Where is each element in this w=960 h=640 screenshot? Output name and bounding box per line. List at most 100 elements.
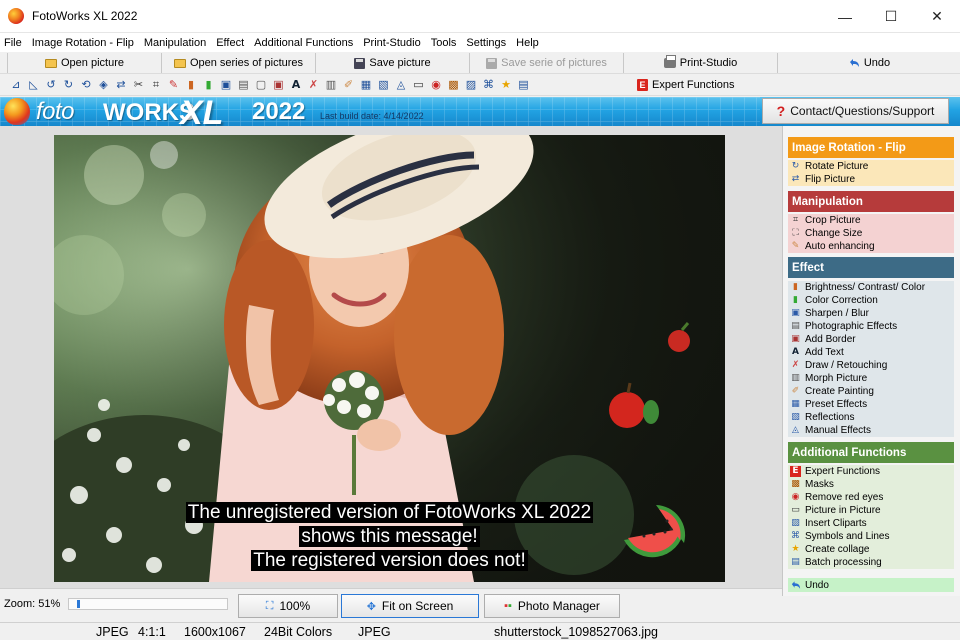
cube-icon[interactable]: ◈ xyxy=(96,77,111,92)
rotate-left-icon[interactable]: ⊿ xyxy=(9,77,24,92)
print-studio-button[interactable]: Print-Studio xyxy=(624,53,778,73)
sidebar-item-remove-red-eyes[interactable]: ◉ Remove red eyes xyxy=(788,491,954,504)
effects-icon[interactable]: ▤ xyxy=(236,77,251,92)
morph-icon[interactable]: ▥ xyxy=(324,77,339,92)
photo-canvas[interactable]: The unregistered version of FotoWorks XL… xyxy=(54,135,725,582)
menu-effect[interactable]: Effect xyxy=(212,37,250,49)
open-series-label: Open series of pictures xyxy=(189,57,304,69)
masks-icon[interactable]: ▩ xyxy=(446,77,461,92)
save-icon xyxy=(486,57,498,69)
close-button[interactable]: ✕ xyxy=(914,0,960,33)
crop-icon[interactable]: ⌗ xyxy=(149,77,164,92)
menu-image-rotation[interactable]: Image Rotation - Flip xyxy=(28,37,140,49)
screen-icon[interactable]: ▭ xyxy=(411,77,426,92)
menu-tools[interactable]: Tools xyxy=(427,37,463,49)
minimize-button[interactable]: — xyxy=(822,0,868,33)
expert-functions-button[interactable]: E Expert Functions xyxy=(637,76,735,94)
sidebar-item-symbols-lines[interactable]: ⌘ Symbols and Lines xyxy=(788,530,954,543)
sidebar-item-add-text[interactable]: A Add Text xyxy=(788,346,954,359)
sidebar-item-reflections[interactable]: ▧ Reflections xyxy=(788,411,954,424)
open-picture-button[interactable]: Open picture xyxy=(8,53,162,73)
menu-file[interactable]: File xyxy=(0,37,28,49)
sidebar-item-flip-picture[interactable]: ⇄ Flip Picture xyxy=(788,173,954,186)
reflection-icon[interactable]: ▧ xyxy=(376,77,391,92)
sidebar-item-color-correction[interactable]: ▮ Color Correction xyxy=(788,294,954,307)
menu-manipulation[interactable]: Manipulation xyxy=(140,37,212,49)
status-bar: JPEG 4:1:1 1600x1067 24Bit Colors JPEG s… xyxy=(0,622,960,640)
menu-settings[interactable]: Settings xyxy=(462,37,512,49)
sidebar-item-create-collage[interactable]: ★ Create collage xyxy=(788,543,954,556)
undo-button[interactable]: Undo xyxy=(778,53,960,73)
manual-icon[interactable]: ◬ xyxy=(394,77,409,92)
rotate-ccw-icon[interactable]: ↺ xyxy=(44,77,59,92)
sidebar-item-create-painting[interactable]: ✐ Create Painting xyxy=(788,385,954,398)
section-effect[interactable]: Effect xyxy=(788,257,954,278)
brightness-icon[interactable]: ▮ xyxy=(184,77,199,92)
sidebar-item-brightness[interactable]: ▮ Brightness/ Contrast/ Color xyxy=(788,281,954,294)
sidebar-item-photographic-effects[interactable]: ▤ Photographic Effects xyxy=(788,320,954,333)
sidebar-item-expert-functions[interactable]: E Expert Functions xyxy=(788,465,954,478)
sidebar-item-manual-effects[interactable]: ◬ Manual Effects xyxy=(788,424,954,437)
rotate-right-icon[interactable]: ◺ xyxy=(26,77,41,92)
section-manipulation[interactable]: Manipulation xyxy=(788,191,954,212)
sharpen-icon[interactable]: ▣ xyxy=(219,77,234,92)
maximize-button[interactable]: ☐ xyxy=(868,0,914,33)
sidebar-item-insert-cliparts[interactable]: ▨ Insert Cliparts xyxy=(788,517,954,530)
sidebar-item-rotate-picture[interactable]: ↻ Rotate Picture xyxy=(788,160,954,173)
sidebar-item-sharpen-blur[interactable]: ▣ Sharpen / Blur xyxy=(788,307,954,320)
contact-support-button[interactable]: ? Contact/Questions/Support xyxy=(762,98,949,124)
zoom-slider-thumb[interactable] xyxy=(77,600,80,608)
toolbar-grip xyxy=(0,53,8,73)
nag-text-3: The registered version does not! xyxy=(251,550,528,571)
color-icon[interactable]: ▮ xyxy=(201,77,216,92)
zoom-icon: ⛶ xyxy=(265,599,274,612)
sidebar-item-preset-effects[interactable]: ▦ Preset Effects xyxy=(788,398,954,411)
rotate-cw-icon[interactable]: ↻ xyxy=(61,77,76,92)
flip-icon[interactable]: ⇄ xyxy=(114,77,129,92)
menu-additional-functions[interactable]: Additional Functions xyxy=(250,37,359,49)
border-icon[interactable]: ▣ xyxy=(271,77,286,92)
text-icon[interactable]: A xyxy=(289,77,304,92)
menu-help[interactable]: Help xyxy=(512,37,545,49)
photo-manager-button[interactable]: ▪▪ Photo Manager xyxy=(484,594,620,618)
wand-icon[interactable]: ✎ xyxy=(166,77,181,92)
sidebar-item-change-size[interactable]: ⛶ Change Size xyxy=(788,227,954,240)
open-series-button[interactable]: Open series of pictures xyxy=(162,53,316,73)
save-picture-button[interactable]: Save picture xyxy=(316,53,470,73)
sidebar-item-morph-picture[interactable]: ▥ Morph Picture xyxy=(788,372,954,385)
batch-icon[interactable]: ▤ xyxy=(516,77,531,92)
cut-icon[interactable]: ✂ xyxy=(131,77,146,92)
nag-line-3: The registered version does not! xyxy=(54,549,725,573)
paint-icon[interactable]: ✐ xyxy=(341,77,356,92)
sidebar-item-label: Color Correction xyxy=(805,295,878,306)
zoom-slider[interactable] xyxy=(68,598,228,610)
eye-icon[interactable]: ◉ xyxy=(429,77,444,92)
photo-effects-icon: ▤ xyxy=(791,321,800,331)
3d-rotate-icon[interactable]: ⟲ xyxy=(79,77,94,92)
sidebar-item-label: Remove red eyes xyxy=(805,492,884,503)
menu-print-studio[interactable]: Print-Studio xyxy=(359,37,426,49)
preset-icon[interactable]: ▦ xyxy=(359,77,374,92)
section-image-rotation[interactable]: Image Rotation - Flip xyxy=(788,137,954,158)
sidebar-item-batch-processing[interactable]: ▤ Batch processing xyxy=(788,556,954,569)
sidebar-item-crop-picture[interactable]: ⌗ Crop Picture xyxy=(788,214,954,227)
fit-on-screen-button[interactable]: ✥ Fit on Screen xyxy=(341,594,479,618)
sidebar-item-label: Symbols and Lines xyxy=(805,531,890,542)
brightness-icon: ▮ xyxy=(793,282,798,292)
brush-icon[interactable]: ✗ xyxy=(306,77,321,92)
sidebar-item-picture-in-picture[interactable]: ▭ Picture in Picture xyxy=(788,504,954,517)
clipart-icon[interactable]: ▨ xyxy=(464,77,479,92)
sidebar-item-masks[interactable]: ▩ Masks xyxy=(788,478,954,491)
sidebar-item-label: Reflections xyxy=(805,412,855,423)
star-icon[interactable]: ★ xyxy=(499,77,514,92)
sidebar-item-draw-retouching[interactable]: ✗ Draw / Retouching xyxy=(788,359,954,372)
save-series-button[interactable]: Save serie of pictures xyxy=(470,53,624,73)
collage-icon[interactable]: ⌘ xyxy=(481,77,496,92)
sidebar-item-add-border[interactable]: ▣ Add Border xyxy=(788,333,954,346)
sidebar-undo-button[interactable]: Undo xyxy=(788,578,954,592)
frame-icon[interactable]: ▢ xyxy=(254,77,269,92)
sidebar-item-label: Manual Effects xyxy=(805,425,871,436)
section-additional-functions[interactable]: Additional Functions xyxy=(788,442,954,463)
sidebar-item-auto-enhancing[interactable]: ✎ Auto enhancing xyxy=(788,240,954,253)
zoom-100-button[interactable]: ⛶ 100% xyxy=(238,594,338,618)
